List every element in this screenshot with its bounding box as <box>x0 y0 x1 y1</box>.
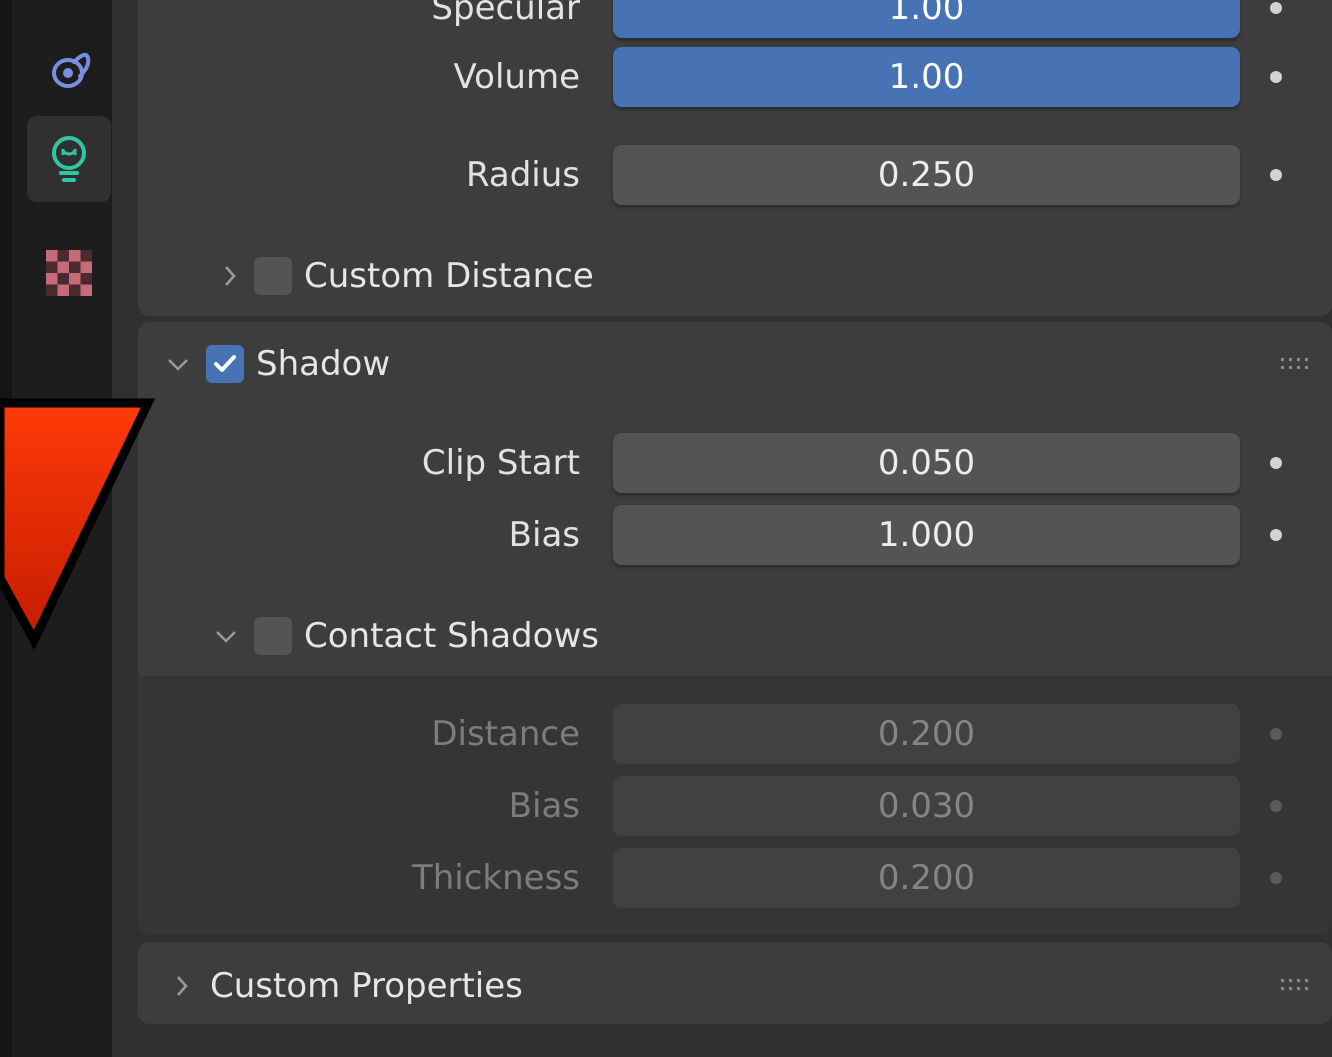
custom-distance-label: Custom Distance <box>304 256 594 296</box>
chevron-right-icon <box>177 976 188 996</box>
contact-distance-field[interactable]: 0.200 <box>613 704 1240 764</box>
contact-bias-row: Bias 0.030 <box>0 776 1332 836</box>
volume-row: Volume 1.00 <box>0 47 1332 107</box>
contact-distance-row: Distance 0.200 <box>0 704 1332 764</box>
contact-distance-keyframe-icon[interactable] <box>1270 728 1282 740</box>
clip-start-field[interactable]: 0.050 <box>613 433 1240 493</box>
radius-label: Radius <box>465 155 580 195</box>
radius-field[interactable]: 0.250 <box>613 145 1240 205</box>
contact-thickness-label: Thickness <box>411 858 580 898</box>
contact-thickness-row: Thickness 0.200 <box>0 848 1332 908</box>
clip-start-row: Clip Start 0.050 <box>0 433 1332 493</box>
shadow-bias-label: Bias <box>508 515 580 555</box>
shadow-bias-keyframe-icon[interactable] <box>1270 529 1282 541</box>
contact-bias-field[interactable]: 0.030 <box>613 776 1240 836</box>
chevron-down-icon <box>168 359 188 371</box>
shadow-header[interactable]: Shadow <box>166 334 390 394</box>
custom-distance-checkbox[interactable] <box>254 257 292 295</box>
contact-shadows-label: Contact Shadows <box>304 616 599 656</box>
contact-thickness-field[interactable]: 0.200 <box>613 848 1240 908</box>
contact-distance-label: Distance <box>431 714 580 754</box>
contact-bias-keyframe-icon[interactable] <box>1270 800 1282 812</box>
volume-slider[interactable]: 1.00 <box>613 47 1240 107</box>
drag-grip-icon[interactable] <box>1279 977 1315 993</box>
radius-row: Radius 0.250 <box>0 145 1332 205</box>
checkmark-icon <box>214 355 236 372</box>
custom-properties-label: Custom Properties <box>210 966 523 1006</box>
drag-grip-icon[interactable] <box>1279 356 1315 372</box>
specular-label: Specular <box>431 0 580 28</box>
clip-start-label: Clip Start <box>421 443 580 483</box>
shadow-bias-field[interactable]: 1.000 <box>613 505 1240 565</box>
custom-distance-header[interactable]: Custom Distance <box>218 246 594 306</box>
contact-thickness-keyframe-icon[interactable] <box>1270 872 1282 884</box>
annotation-arrow-icon <box>0 398 156 650</box>
custom-properties-header[interactable]: Custom Properties <box>170 956 523 1016</box>
shadow-bias-row: Bias 1.000 <box>0 505 1332 565</box>
contact-shadows-checkbox[interactable] <box>254 617 292 655</box>
specular-row: Specular 1.00 <box>0 0 1332 38</box>
shadow-label: Shadow <box>256 344 391 384</box>
specular-slider[interactable]: 1.00 <box>613 0 1240 38</box>
volume-label: Volume <box>453 57 580 97</box>
shadow-checkbox[interactable] <box>206 345 244 383</box>
specular-keyframe-icon[interactable] <box>1270 2 1282 14</box>
radius-keyframe-icon[interactable] <box>1270 169 1282 181</box>
contact-shadows-header[interactable]: Contact Shadows <box>214 606 599 666</box>
clip-start-keyframe-icon[interactable] <box>1270 457 1282 469</box>
chevron-right-icon <box>225 266 236 286</box>
chevron-down-icon <box>216 631 236 643</box>
contact-bias-label: Bias <box>508 786 580 826</box>
volume-keyframe-icon[interactable] <box>1270 71 1282 83</box>
